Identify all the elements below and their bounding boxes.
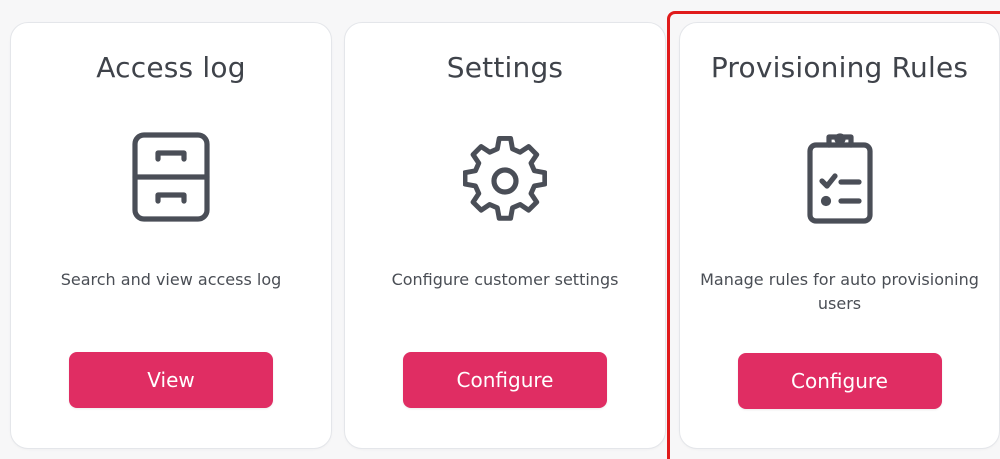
- configure-settings-button[interactable]: Configure: [403, 352, 607, 408]
- card-title: Settings: [446, 51, 564, 84]
- gear-icon: [462, 131, 548, 227]
- card-grid: Access log Search and view access log Vi…: [0, 0, 1000, 459]
- settings-card: Settings Configure customer settings Con…: [344, 22, 666, 449]
- card-description: Manage rules for auto provisioning users: [700, 270, 979, 313]
- configure-provisioning-button[interactable]: Configure: [737, 353, 942, 409]
- card-title: Provisioning Rules: [710, 51, 969, 84]
- card-description: Search and view access log: [60, 270, 282, 289]
- view-button[interactable]: View: [69, 352, 273, 408]
- card-title: Access log: [96, 51, 246, 84]
- filing-cabinet-icon: [129, 131, 213, 227]
- clipboard-checklist-icon: [798, 131, 882, 227]
- provisioning-rules-card: Provisioning Rules Manage rules for auto…: [679, 22, 1000, 449]
- access-log-card: Access log Search and view access log Vi…: [10, 22, 332, 449]
- card-description: Configure customer settings: [391, 270, 619, 289]
